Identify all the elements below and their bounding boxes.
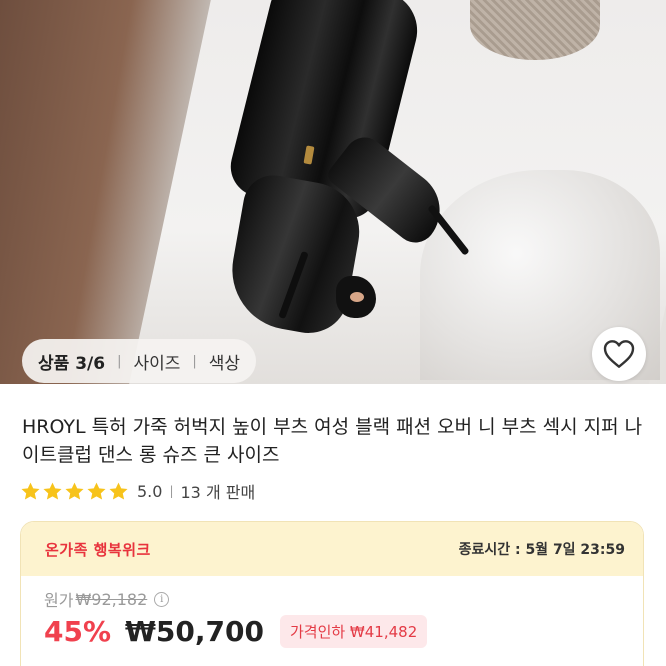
price-drop-badge: 가격인하 ₩41,482	[279, 615, 428, 648]
info-icon[interactable]: i	[154, 591, 170, 607]
rating-value: 5.0	[137, 481, 163, 501]
star-icon	[87, 482, 106, 500]
promo-name: 온가족 행복위크	[45, 540, 151, 559]
promo-card: 온가족 행복위크 종료시간 : 5월 7일 23:59 원가 ₩92,182 i…	[20, 521, 644, 666]
product-title: HROYL 특허 가죽 허벅지 높이 부츠 여성 블랙 패션 오버 니 부츠 섹…	[22, 416, 643, 466]
product-image[interactable]: 상품 3/6 | 사이즈 | 색상	[0, 0, 666, 384]
promo-end-time: 종료시간 : 5월 7일 23:59	[458, 542, 625, 558]
star-icon	[65, 482, 84, 500]
product-page: 상품 3/6 | 사이즈 | 색상 HROYL 특허 가죽 허벅지 높이 부츠 …	[0, 0, 666, 666]
price-row: 45% ₩50,700 가격인하 ₩41,482	[44, 615, 428, 648]
original-price: ₩92,182	[75, 589, 148, 609]
wishlist-button[interactable]	[592, 327, 646, 381]
sold-count: 13 개 판매	[180, 483, 256, 502]
star-rating	[20, 481, 129, 502]
rating-divider: |	[169, 484, 174, 498]
star-icon	[43, 482, 62, 500]
star-icon	[109, 482, 128, 500]
star-icon	[21, 482, 40, 500]
image-counter[interactable]: 상품 3/6	[38, 349, 105, 374]
promo-header: 온가족 행복위크 종료시간 : 5월 7일 23:59	[21, 522, 643, 576]
chip-divider: |	[192, 353, 197, 369]
chip-divider: |	[117, 353, 122, 369]
sale-price: ₩50,700	[125, 615, 264, 648]
image-toe	[350, 292, 364, 302]
original-price-row: 원가 ₩92,182 i	[44, 587, 170, 611]
discount-percent: 45%	[44, 615, 112, 648]
original-price-label: 원가	[44, 591, 74, 610]
rating-row[interactable]: 5.0 | 13 개 판매	[20, 480, 255, 502]
heart-outline-icon	[603, 340, 635, 368]
image-option-chips: 상품 3/6 | 사이즈 | 색상	[22, 339, 257, 383]
size-chip[interactable]: 사이즈	[133, 349, 180, 374]
color-chip[interactable]: 색상	[209, 349, 240, 374]
